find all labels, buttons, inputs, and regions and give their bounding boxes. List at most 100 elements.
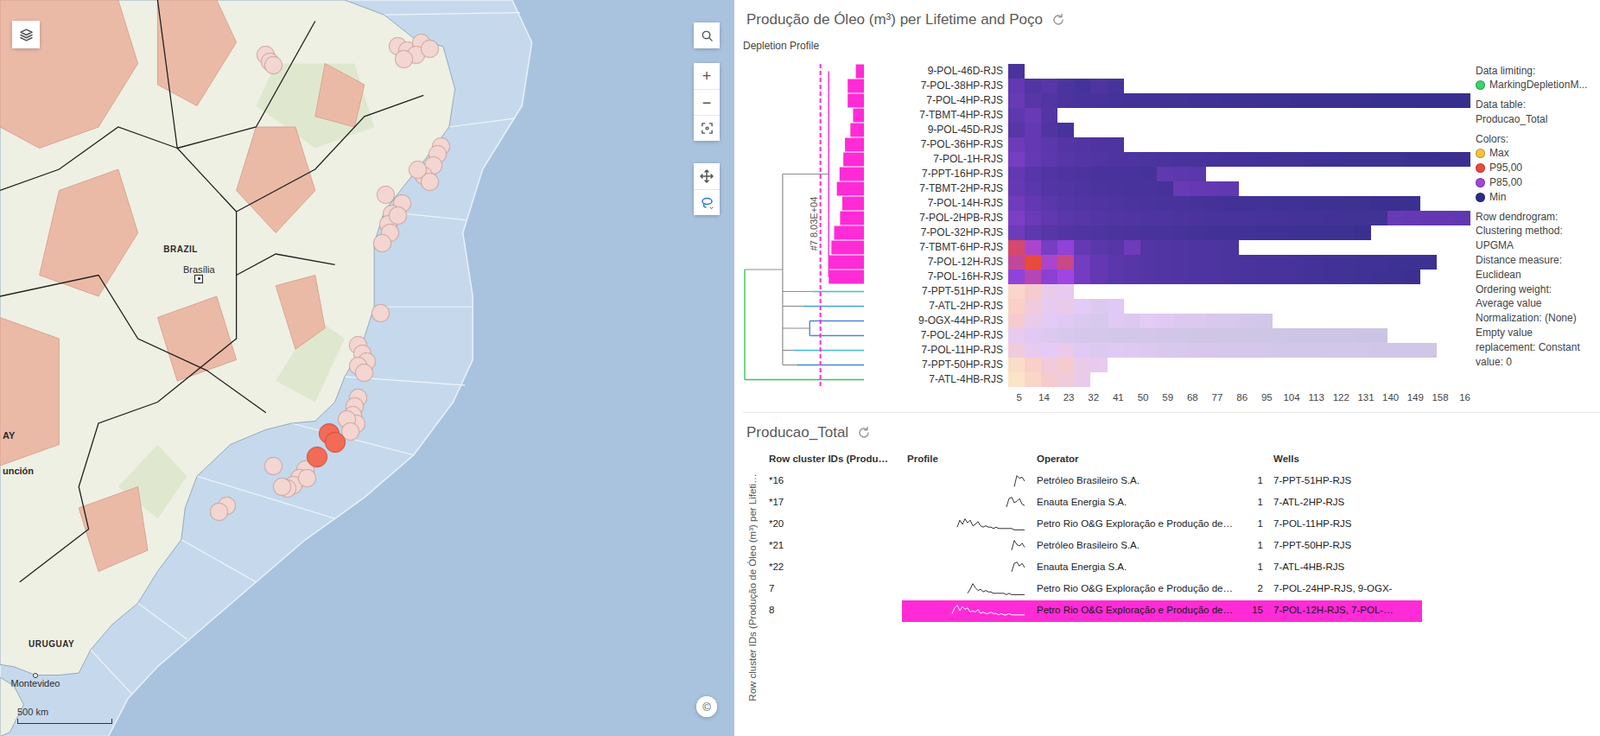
heatmap-cell[interactable] xyxy=(1222,181,1239,197)
heatmap-cell[interactable] xyxy=(1272,328,1289,343)
heatmap-cell[interactable] xyxy=(1107,225,1124,241)
heatmap-cell[interactable] xyxy=(1008,254,1025,270)
dendrogram-leaf[interactable] xyxy=(834,225,865,240)
heatmap-cell[interactable] xyxy=(1140,313,1157,329)
row-label[interactable]: 7-POL-38HP-RJS xyxy=(865,78,1009,94)
heatmap-cell[interactable] xyxy=(1057,122,1074,138)
heatmap-cell[interactable] xyxy=(1403,196,1421,211)
heatmap-cell[interactable] xyxy=(1403,93,1421,108)
heatmap-cell[interactable] xyxy=(1156,166,1174,182)
heatmap-cell[interactable] xyxy=(1008,313,1025,329)
row-label[interactable]: 7-POL-1H-RJS xyxy=(865,152,1009,167)
heatmap-cell[interactable] xyxy=(1222,225,1239,241)
heatmap-cell[interactable] xyxy=(1107,137,1124,153)
heatmap-cell[interactable] xyxy=(1057,357,1074,373)
heatmap-cell[interactable] xyxy=(1206,152,1223,167)
well-marker[interactable] xyxy=(420,39,439,58)
heatmap-cell[interactable] xyxy=(1222,152,1239,167)
row-label[interactable]: 7-POL-24HP-RJS xyxy=(865,328,1009,343)
heatmap-cell[interactable] xyxy=(1173,166,1190,182)
heatmap-cell[interactable] xyxy=(1008,93,1025,108)
heatmap-cell[interactable] xyxy=(1090,240,1107,255)
zoom-out-button[interactable]: − xyxy=(693,88,720,115)
heatmap-cell[interactable] xyxy=(1057,342,1074,358)
heatmap-cell[interactable] xyxy=(1189,240,1207,255)
dendrogram-leaf[interactable] xyxy=(831,240,864,254)
dendrogram-tree[interactable]: #7 8.03E+04 xyxy=(742,63,866,388)
heatmap-cell[interactable] xyxy=(1008,166,1025,182)
heatmap-cell[interactable] xyxy=(1189,269,1207,285)
heatmap-cell[interactable] xyxy=(1057,93,1074,108)
heatmap-cell[interactable] xyxy=(1024,284,1042,299)
heatmap-cell[interactable] xyxy=(1321,152,1339,167)
heatmap-cell[interactable] xyxy=(1156,342,1174,358)
heatmap-cell[interactable] xyxy=(1272,210,1289,226)
heatmap-cell[interactable] xyxy=(1041,328,1058,343)
heatmap-cell[interactable] xyxy=(1024,254,1042,270)
heatmap-cell[interactable] xyxy=(1156,254,1174,270)
heatmap-cell[interactable] xyxy=(1123,181,1141,197)
heatmap-cell[interactable] xyxy=(1073,328,1091,343)
heatmap-cell[interactable] xyxy=(1436,152,1454,167)
dendrogram-leaf[interactable] xyxy=(744,378,864,380)
dendrogram-leaf[interactable] xyxy=(812,290,864,292)
heatmap-cell[interactable] xyxy=(1387,342,1404,358)
dendrogram-leaf[interactable] xyxy=(837,181,864,196)
row-label[interactable]: 7-TBMT-2HP-RJS xyxy=(865,181,1009,197)
heatmap-cell[interactable] xyxy=(1008,137,1025,153)
heatmap-cell[interactable] xyxy=(1387,210,1404,226)
heatmap-cell[interactable] xyxy=(1288,269,1306,285)
heatmap-cell[interactable] xyxy=(1041,181,1058,197)
heatmap-cell[interactable] xyxy=(1041,342,1058,358)
heatmap-cell[interactable] xyxy=(1057,313,1074,329)
heatmap-cell[interactable] xyxy=(1090,137,1107,153)
heatmap-cell[interactable] xyxy=(1338,225,1355,241)
heatmap-cell[interactable] xyxy=(1090,298,1107,314)
heatmap-cell[interactable] xyxy=(1338,152,1355,167)
heatmap-cell[interactable] xyxy=(1272,93,1289,108)
zoom-fit-button[interactable] xyxy=(693,114,720,141)
heatmap-cell[interactable] xyxy=(1272,269,1289,285)
heatmap-cell[interactable] xyxy=(1354,225,1372,241)
well-marker[interactable] xyxy=(420,172,439,191)
heatmap-cell[interactable] xyxy=(1156,181,1174,197)
heatmap-cell[interactable] xyxy=(1057,210,1074,226)
heatmap-cell[interactable] xyxy=(1288,254,1306,270)
dendrogram-leaf[interactable] xyxy=(839,166,864,181)
row-label[interactable]: 9-OGX-44HP-RJS xyxy=(865,313,1009,329)
heatmap-cell[interactable] xyxy=(1238,152,1256,167)
heatmap-cell[interactable] xyxy=(1371,254,1388,270)
well-marker[interactable] xyxy=(324,431,346,453)
heatmap-cell[interactable] xyxy=(1222,210,1239,226)
heatmap-cell[interactable] xyxy=(1090,357,1107,373)
heatmap-cell[interactable] xyxy=(1173,181,1190,197)
heatmap-cell[interactable] xyxy=(1338,342,1355,358)
dendrogram-leaf[interactable] xyxy=(842,196,864,210)
heatmap-cell[interactable] xyxy=(1008,107,1025,123)
heatmap-cell[interactable] xyxy=(1173,225,1190,241)
heatmap-cell[interactable] xyxy=(1272,152,1289,167)
row-label[interactable]: 9-POL-46D-RJS xyxy=(865,63,1009,79)
heatmap-cell[interactable] xyxy=(1156,240,1174,255)
heatmap-cell[interactable] xyxy=(1321,93,1339,108)
heatmap-cell[interactable] xyxy=(1338,93,1355,108)
heatmap-cell[interactable] xyxy=(1255,196,1272,211)
heatmap-cell[interactable] xyxy=(1140,196,1157,211)
heatmap-cell[interactable] xyxy=(1206,269,1223,285)
heatmap-row[interactable] xyxy=(1008,298,1471,314)
heatmap-row[interactable] xyxy=(1008,93,1471,108)
heatmap-cell[interactable] xyxy=(1222,342,1239,358)
heatmap-cell[interactable] xyxy=(1255,328,1272,343)
heatmap-cell[interactable] xyxy=(1371,342,1388,358)
heatmap-cell[interactable] xyxy=(1156,93,1174,108)
heatmap-cell[interactable] xyxy=(1189,225,1207,241)
heatmap-cell[interactable] xyxy=(1222,240,1239,255)
heatmap-cell[interactable] xyxy=(1107,313,1124,329)
heatmap-cell[interactable] xyxy=(1107,328,1124,343)
heatmap-cell[interactable] xyxy=(1107,166,1124,182)
heatmap-cell[interactable] xyxy=(1008,122,1025,138)
heatmap-cell[interactable] xyxy=(1123,152,1141,167)
heatmap-cell[interactable] xyxy=(1008,298,1025,314)
heatmap-cell[interactable] xyxy=(1073,357,1091,373)
dendrogram-leaf[interactable] xyxy=(828,269,864,284)
